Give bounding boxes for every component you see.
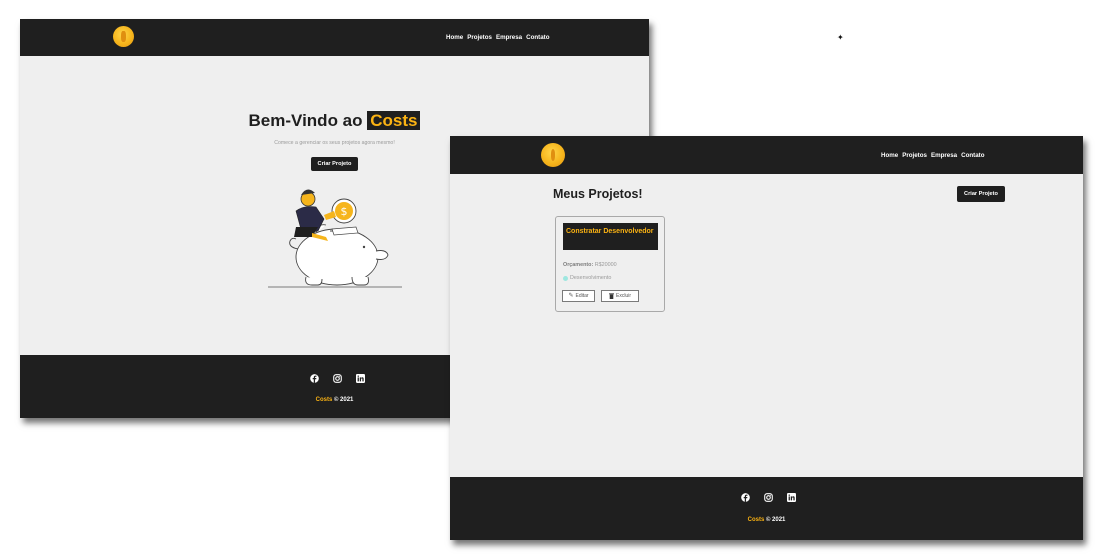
category-label: Desenvolvimento: [570, 275, 612, 281]
nav-projetos-link[interactable]: Projetos: [902, 152, 927, 159]
delete-label: Excluir: [615, 293, 631, 299]
hero-title-prefix: Bem-Vindo ao: [248, 111, 368, 130]
logo-coin-icon[interactable]: [113, 26, 134, 47]
navbar: Home Projetos Empresa Contato: [20, 19, 649, 56]
budget-label: Orçamento:: [563, 262, 594, 268]
nav-projetos-link[interactable]: Projetos: [467, 34, 492, 41]
piggy-bank-illustration: $: [268, 189, 402, 288]
edit-button[interactable]: ✎ Editar: [562, 290, 595, 302]
trash-icon: [608, 293, 614, 299]
page-title: Meus Projetos!: [553, 187, 643, 201]
facebook-icon[interactable]: [741, 493, 750, 502]
social-links: [310, 374, 365, 383]
copyright: Costs © 2021: [450, 517, 1083, 523]
project-card: Constratar Desenvolvedor Orçamento: R$20…: [555, 216, 665, 312]
instagram-icon[interactable]: [333, 374, 342, 383]
nav-empresa-link[interactable]: Empresa: [496, 34, 522, 41]
criar-projeto-button[interactable]: Criar Projeto: [957, 186, 1005, 202]
instagram-icon[interactable]: [764, 493, 773, 502]
nav-home-link[interactable]: Home: [881, 152, 898, 159]
project-card-title: Constratar Desenvolvedor: [563, 223, 658, 250]
edit-label: Editar: [575, 293, 589, 299]
nav-contato-link[interactable]: Contato: [961, 152, 984, 159]
svg-text:$: $: [341, 205, 348, 218]
budget-value: R$20000: [594, 262, 617, 268]
nav-empresa-link[interactable]: Empresa: [931, 152, 957, 159]
nav-home-link[interactable]: Home: [446, 34, 463, 41]
delete-button[interactable]: Excluir: [601, 290, 639, 302]
sparkle-icon: ✦: [837, 33, 844, 42]
linkedin-icon[interactable]: [356, 374, 365, 383]
footer-brand: Costs: [747, 517, 765, 523]
criar-projeto-button[interactable]: Criar Projeto: [311, 157, 358, 171]
project-budget: Orçamento: R$20000: [563, 262, 617, 268]
facebook-icon[interactable]: [310, 374, 319, 383]
nav-links: Home Projetos Empresa Contato: [446, 34, 549, 41]
copyright-text: © 2021: [332, 397, 354, 403]
copyright-text: © 2021: [764, 517, 786, 523]
hero-title-brand: Costs: [367, 111, 421, 130]
footer: [450, 477, 1083, 540]
projects-page-window: Home Projetos Empresa Contato Meus Proje…: [450, 136, 1083, 540]
pencil-icon: ✎: [568, 293, 574, 299]
logo-coin-icon[interactable]: [541, 143, 565, 167]
footer-brand: Costs: [315, 397, 333, 403]
hero-title: Bem-Vindo ao Costs: [20, 111, 649, 131]
nav-links: Home Projetos Empresa Contato: [881, 152, 984, 159]
category-dot-icon: [563, 275, 568, 281]
social-links: [741, 493, 796, 502]
project-category: Desenvolvimento: [563, 275, 611, 281]
linkedin-icon[interactable]: [787, 493, 796, 502]
nav-contato-link[interactable]: Contato: [526, 34, 549, 41]
navbar: Home Projetos Empresa Contato: [450, 136, 1083, 174]
